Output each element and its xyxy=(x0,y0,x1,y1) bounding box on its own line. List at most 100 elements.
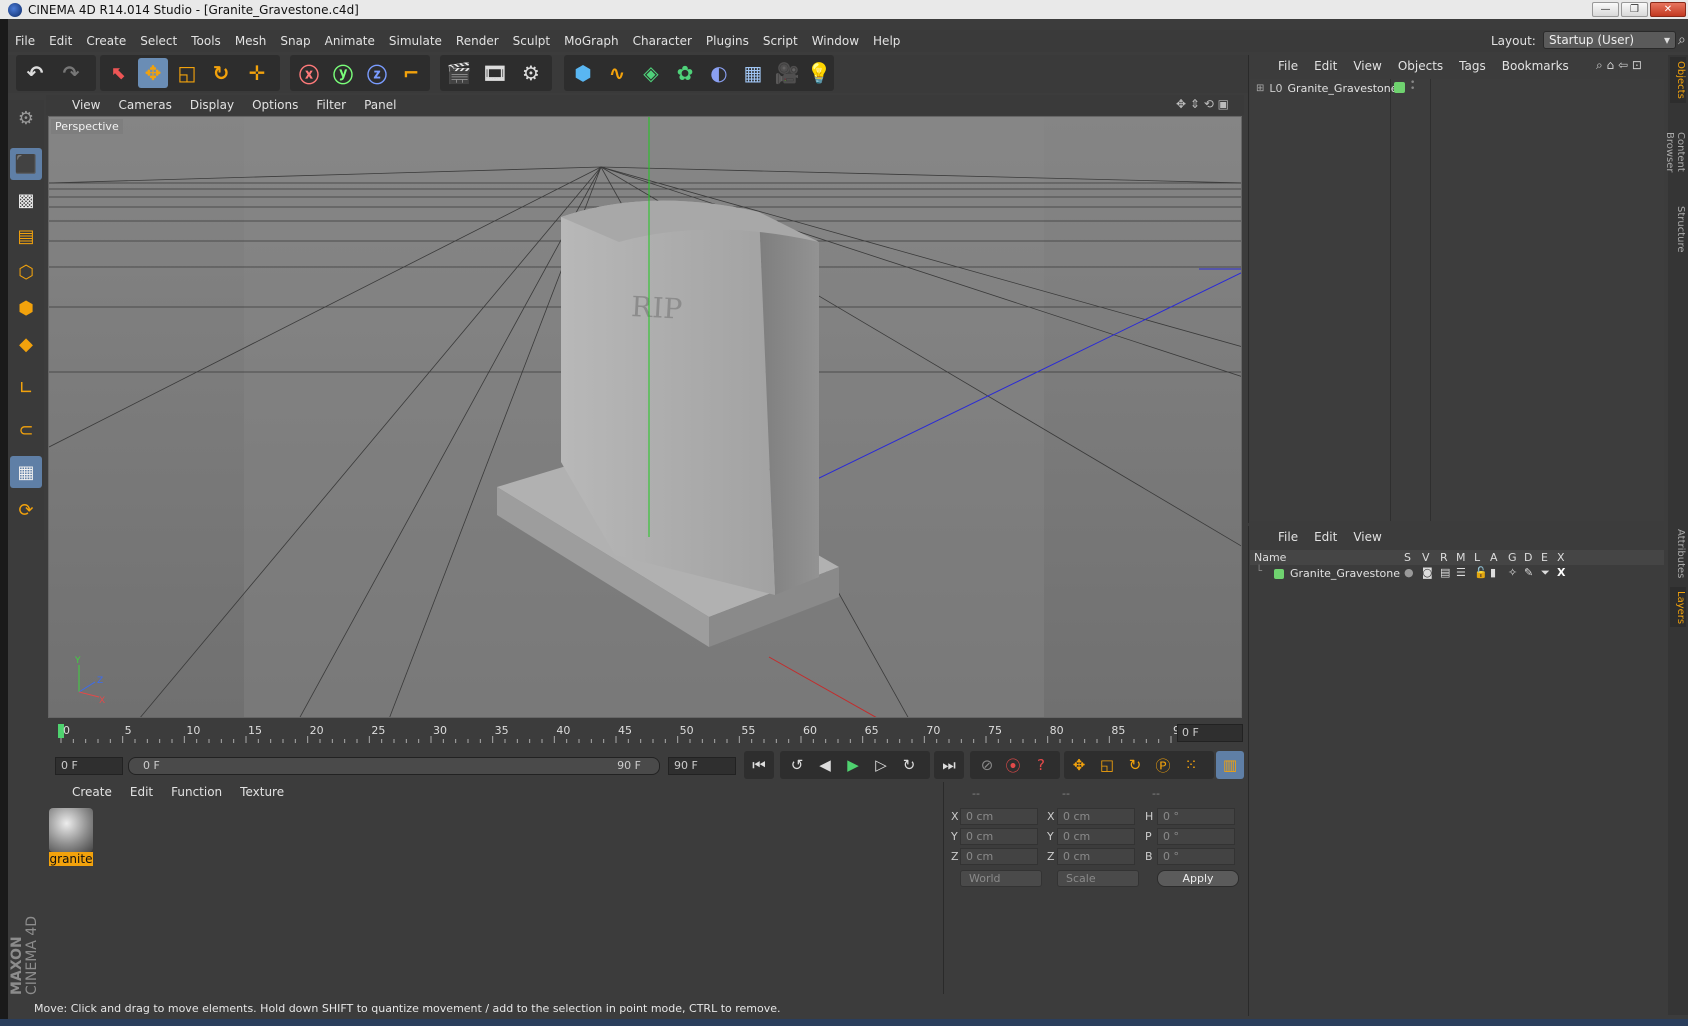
key-pla-icon[interactable]: ⁙ xyxy=(1178,752,1204,778)
position-x-field[interactable]: 0 cm xyxy=(960,808,1038,825)
key-parameter-icon[interactable]: Ⓟ xyxy=(1150,752,1176,778)
layer-solo-icon[interactable]: ● xyxy=(1404,566,1414,579)
layer-color-swatch[interactable] xyxy=(1394,82,1405,93)
layer-row[interactable]: └ Granite_Gravestone ● ◙ ▤ ☰ 🔓 ▮ ✧ ✎ ⏷ X xyxy=(1250,566,1664,582)
menu-script[interactable]: Script xyxy=(756,34,805,48)
model-mode-icon[interactable]: ⬛ xyxy=(10,148,42,180)
coordinate-mode-select[interactable]: World xyxy=(960,870,1042,887)
layer-col-deformers[interactable]: D xyxy=(1524,551,1532,564)
go-to-end-icon[interactable]: ⏭ xyxy=(936,752,962,778)
menu-character[interactable]: Character xyxy=(626,34,699,48)
menu-snap[interactable]: Snap xyxy=(273,34,317,48)
layers-menu-edit[interactable]: Edit xyxy=(1306,530,1345,544)
size-mode-select[interactable]: Scale xyxy=(1057,870,1139,887)
edges-mode-icon[interactable]: ⬢ xyxy=(10,292,42,324)
tab-structure[interactable]: Structure xyxy=(1670,201,1686,257)
viewport-menu-cameras[interactable]: Cameras xyxy=(110,98,181,112)
spline-icon[interactable]: ∿ xyxy=(602,58,632,88)
nurbs-icon[interactable]: ◈ xyxy=(636,58,666,88)
deformer-icon[interactable]: ◐ xyxy=(704,58,734,88)
position-y-field[interactable]: 0 cm xyxy=(960,828,1038,845)
rotate-tool-icon[interactable]: ↻ xyxy=(206,58,236,88)
size-z-field[interactable]: 0 cm xyxy=(1057,848,1135,865)
array-icon[interactable]: ✿ xyxy=(670,58,700,88)
tab-attributes[interactable]: Attributes xyxy=(1670,525,1686,583)
layers-menu-view[interactable]: View xyxy=(1345,530,1389,544)
menu-select[interactable]: Select xyxy=(133,34,184,48)
z-axis-lock-icon[interactable]: ⓩ xyxy=(362,58,392,88)
objects-menu-bookmarks[interactable]: Bookmarks xyxy=(1494,59,1577,73)
light-icon[interactable]: 💡 xyxy=(804,58,834,88)
objects-menu-edit[interactable]: Edit xyxy=(1306,59,1345,73)
layout-select[interactable]: Startup (User) xyxy=(1543,31,1676,49)
layer-col-generators[interactable]: G xyxy=(1508,551,1517,564)
timeline-start-field[interactable]: 0 F xyxy=(55,757,123,775)
menu-window[interactable]: Window xyxy=(805,34,866,48)
layer-col-xref[interactable]: X xyxy=(1557,551,1565,564)
key-position-icon[interactable]: ✥ xyxy=(1066,752,1092,778)
move-tool-icon[interactable]: ✥ xyxy=(138,58,168,88)
play-icon[interactable]: ▶ xyxy=(840,752,866,778)
step-back-icon[interactable]: ◀ xyxy=(812,752,838,778)
menu-plugins[interactable]: Plugins xyxy=(699,34,756,48)
loop-backward-icon[interactable]: ↺ xyxy=(784,752,810,778)
key-rotation-icon[interactable]: ↻ xyxy=(1122,752,1148,778)
viewport-menu-display[interactable]: Display xyxy=(182,98,244,112)
timeline-ruler[interactable]: 051015202530354045505560657075808590 xyxy=(48,722,1242,746)
material-name[interactable]: granite xyxy=(49,852,93,866)
render-view-icon[interactable]: 🎬 xyxy=(444,58,474,88)
record-keys-icon[interactable]: ⦿ xyxy=(1000,752,1026,778)
axis-mode-icon[interactable]: ∟ xyxy=(10,372,42,404)
layer-col-expressions[interactable]: E xyxy=(1541,551,1548,564)
object-manager-nav-icons[interactable]: ⌕ ⌂ ⇦ ⊡ xyxy=(1596,58,1642,73)
x-axis-lock-icon[interactable]: ⓧ xyxy=(294,58,324,88)
layer-deformer-icon[interactable]: ✎ xyxy=(1524,566,1533,579)
tab-objects[interactable]: Objects xyxy=(1670,57,1686,103)
size-y-field[interactable]: 0 cm xyxy=(1057,828,1135,845)
cube-primitive-icon[interactable]: ⬢ xyxy=(568,58,598,88)
viewport-menu-panel[interactable]: Panel xyxy=(356,98,406,112)
visibility-dots-icon[interactable]: • • xyxy=(1410,79,1415,94)
tab-layers[interactable]: Layers xyxy=(1670,587,1686,627)
viewport-menu-options[interactable]: Options xyxy=(244,98,308,112)
rotation-b-field[interactable]: 0 ° xyxy=(1157,848,1235,865)
layer-name[interactable]: Granite_Gravestone xyxy=(1290,567,1400,580)
autokey-icon[interactable]: ? xyxy=(1028,752,1054,778)
layer-color-icon[interactable] xyxy=(1274,569,1284,579)
objects-menu-view[interactable]: View xyxy=(1345,59,1389,73)
layer-lock-icon[interactable]: 🔓 xyxy=(1474,566,1488,579)
material-thumbnail[interactable] xyxy=(49,808,93,852)
layer-render-icon[interactable]: ▤ xyxy=(1440,566,1450,579)
objects-menu-objects[interactable]: Objects xyxy=(1390,59,1451,73)
rotation-h-field[interactable]: 0 ° xyxy=(1157,808,1235,825)
camera-icon[interactable]: 🎥 xyxy=(772,58,802,88)
menu-create[interactable]: Create xyxy=(79,34,133,48)
motion-record-icon[interactable]: ⊘ xyxy=(974,752,1000,778)
snap-magnet-icon[interactable]: ⊂ xyxy=(10,414,42,446)
layer-visible-icon[interactable]: ◙ xyxy=(1422,566,1433,579)
render-settings-icon[interactable]: ⚙ xyxy=(516,58,546,88)
menu-simulate[interactable]: Simulate xyxy=(382,34,449,48)
close-button[interactable]: ✕ xyxy=(1650,2,1686,17)
layers-menu-file[interactable]: File xyxy=(1270,530,1306,544)
objects-menu-tags[interactable]: Tags xyxy=(1451,59,1494,73)
timeline-window-icon[interactable]: ▥ xyxy=(1217,752,1243,778)
layer-generator-icon[interactable]: ✧ xyxy=(1508,566,1517,579)
rotation-p-field[interactable]: 0 ° xyxy=(1157,828,1235,845)
expand-icon[interactable]: ⊞ xyxy=(1256,83,1264,94)
redo-icon[interactable]: ↷ xyxy=(56,58,86,88)
restore-button[interactable]: ❐ xyxy=(1621,2,1648,17)
material-menu-texture[interactable]: Texture xyxy=(232,785,294,799)
render-picture-viewer-icon[interactable]: 🎞 xyxy=(480,58,510,88)
layer-xref-icon[interactable]: X xyxy=(1557,566,1565,579)
select-arrow-icon[interactable]: ⬉ xyxy=(104,58,134,88)
timeline-end-field[interactable]: 90 F xyxy=(668,757,736,775)
size-x-field[interactable]: 0 cm xyxy=(1057,808,1135,825)
material-menu-edit[interactable]: Edit xyxy=(122,785,163,799)
menu-sculpt[interactable]: Sculpt xyxy=(506,34,557,48)
key-scale-icon[interactable]: ◱ xyxy=(1094,752,1120,778)
3d-viewport[interactable]: RIP Y Z X Perspective xyxy=(48,116,1242,718)
make-editable-icon[interactable]: ⚙ xyxy=(10,102,42,134)
menu-mograph[interactable]: MoGraph xyxy=(557,34,626,48)
menu-mesh[interactable]: Mesh xyxy=(228,34,274,48)
